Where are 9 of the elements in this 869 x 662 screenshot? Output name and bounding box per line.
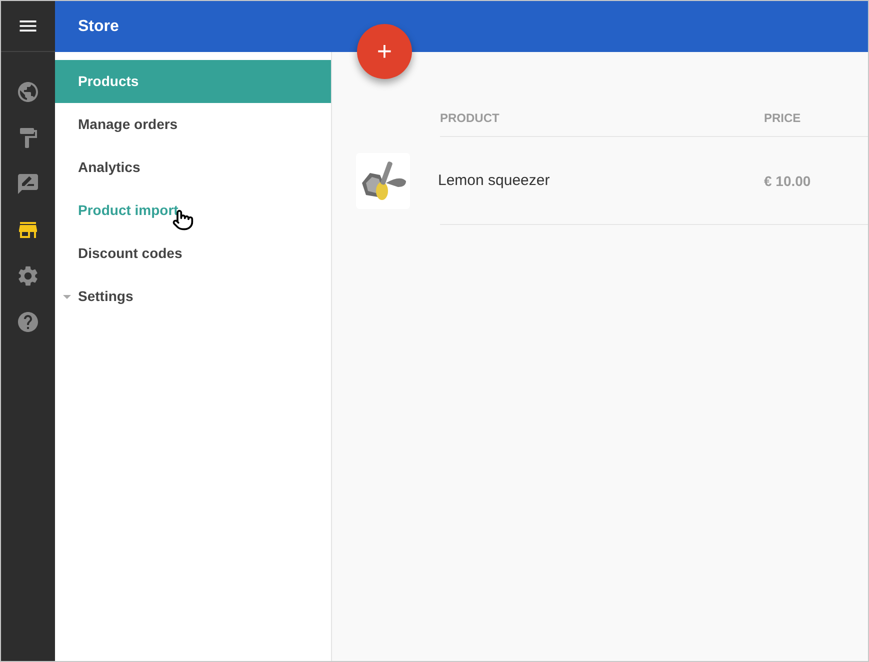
table-cell-text: Lemon squeezer	[438, 170, 551, 191]
menu-item[interactable]: Analytics	[55, 146, 331, 189]
menu-item[interactable]: Manage orders	[55, 103, 331, 146]
table-cell-text: € 10.00	[764, 172, 811, 190]
column-header: PRODUCT	[440, 110, 500, 127]
menu-item[interactable]: Discount codes	[55, 232, 331, 275]
column-header: PRICE	[764, 110, 801, 127]
menu-item[interactable]: Settings	[55, 275, 331, 318]
header-title: Store	[78, 16, 119, 36]
